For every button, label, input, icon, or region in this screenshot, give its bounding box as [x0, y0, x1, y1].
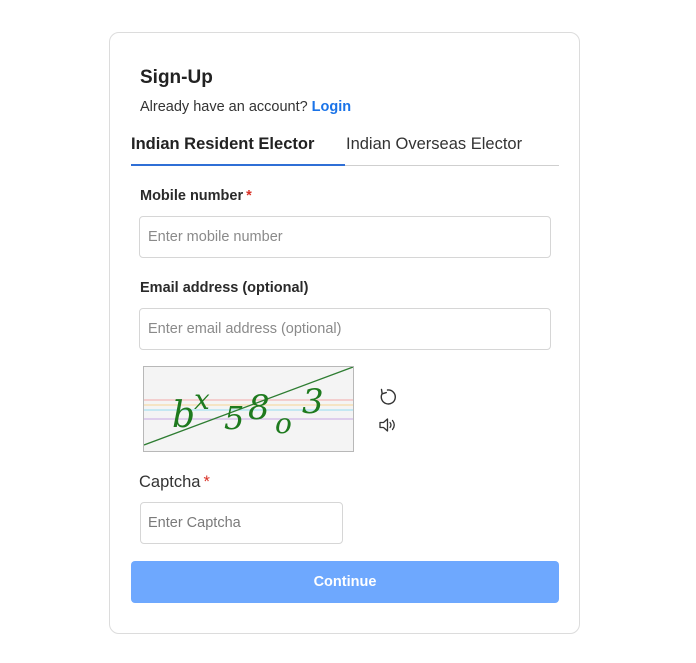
required-marker: *: [203, 473, 210, 491]
captcha-input[interactable]: [140, 502, 343, 544]
tab-indian-overseas-elector[interactable]: Indian Overseas Elector: [345, 129, 522, 166]
speaker-icon[interactable]: [377, 414, 399, 436]
captcha-image: b x 5 8 o 3: [143, 366, 354, 452]
account-prompt-text: Already have an account?: [140, 99, 308, 115]
email-address-label: Email address (optional): [140, 280, 309, 296]
captcha-label-text: Captcha: [139, 473, 201, 491]
mobile-number-input[interactable]: [139, 216, 551, 258]
continue-button[interactable]: Continue: [131, 561, 559, 603]
captcha-graphic: b x 5 8 o 3: [143, 366, 354, 446]
mobile-number-label-text: Mobile number: [140, 188, 244, 204]
elector-type-tabs: Indian Resident Elector Indian Overseas …: [131, 129, 559, 166]
mobile-number-label: Mobile number *: [140, 188, 252, 204]
email-address-input[interactable]: [139, 308, 551, 350]
svg-text:x: x: [194, 383, 210, 416]
signup-card: Sign-Up Already have an account? Login In…: [109, 32, 580, 634]
captcha-label: Captcha *: [139, 473, 210, 492]
required-marker: *: [246, 188, 252, 204]
tab-indian-resident-elector[interactable]: Indian Resident Elector: [131, 129, 345, 166]
svg-text:b: b: [172, 395, 195, 436]
svg-text:o: o: [275, 407, 292, 440]
svg-text:5: 5: [224, 399, 244, 437]
page-title: Sign-Up: [140, 67, 213, 88]
account-prompt-line: Already have an account? Login: [140, 99, 351, 115]
svg-text:8: 8: [248, 388, 270, 428]
refresh-icon[interactable]: [377, 386, 399, 408]
svg-text:3: 3: [302, 382, 324, 422]
login-link[interactable]: Login: [312, 99, 351, 115]
